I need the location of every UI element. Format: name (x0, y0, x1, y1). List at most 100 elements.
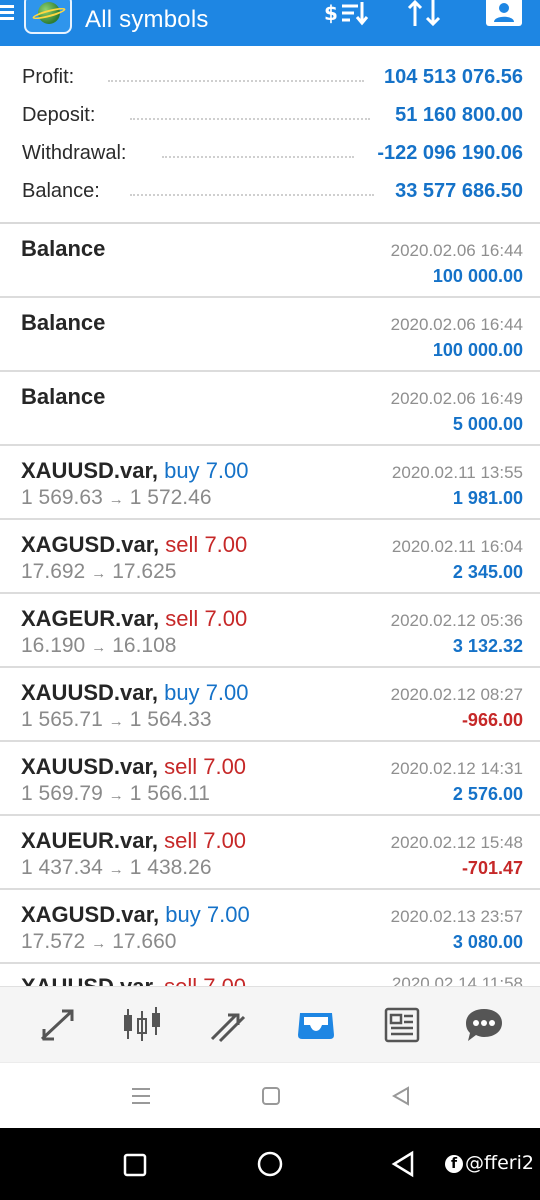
deal-side: sell (164, 828, 198, 853)
deal-time: 2020.02.12 14:31 (390, 759, 523, 778)
deal-side: sell (165, 532, 199, 557)
deal-symbol: XAUUSD.var, (21, 754, 158, 779)
watermark-text: @fferi2 (465, 1152, 534, 1174)
open-price: 1 437.34 (21, 856, 103, 879)
deal-symbol: Balance (21, 236, 106, 261)
deposit-label: Deposit: (22, 104, 96, 126)
deal-prices: 1 437.34 → 1 438.26 (21, 856, 212, 880)
deal-title: XAUUSD.var, buy 7.00 (21, 680, 249, 706)
deal-row[interactable]: XAGUSD.var, buy 7.00 17.572 → 17.660 2020.02… (0, 890, 540, 964)
close-price: 17.660 (112, 930, 177, 953)
deal-time: 2020.02.12 08:27 (390, 685, 523, 704)
deal-row[interactable]: XAUEUR.var, sell 7.00 1 437.34 → 1 438.26 20… (0, 816, 540, 890)
deal-row[interactable]: XAGUSD.var, sell 7.00 17.692 → 17.625 2020.0… (0, 520, 540, 594)
deal-profit: 100 000.00 (432, 266, 523, 286)
deal-row[interactable]: XAGEUR.var, sell 7.00 16.190 → 16.108 2020.0… (0, 594, 540, 668)
person-icon[interactable] (486, 0, 522, 26)
deal-row[interactable]: Balance 2020.02.06 16:49 5 000.00 (0, 372, 540, 446)
balance-label: Balance: (22, 180, 100, 202)
deal-title: XAGEUR.var, sell 7.00 (21, 606, 247, 632)
chat-icon[interactable] (462, 1005, 506, 1045)
close-price: 1 438.26 (129, 856, 212, 879)
up-down-arrows-icon[interactable] (405, 0, 445, 30)
deal-symbol: XAGUSD.var, (21, 532, 160, 557)
app-logo (24, 0, 72, 34)
deposit-row: Deposit: 51 160 800.00 (0, 96, 540, 134)
deal-time: 2020.02.12 15:48 (390, 833, 523, 852)
open-price: 1 565.71 (21, 708, 103, 731)
dot-leader (130, 194, 374, 196)
news-icon[interactable] (380, 1005, 424, 1045)
deal-time: 2020.02.13 23:57 (390, 907, 523, 926)
deal-symbol: Balance (21, 384, 106, 409)
close-price: 1 572.46 (129, 486, 212, 509)
arrow-right-icon: → (91, 639, 107, 656)
dot-leader (130, 118, 370, 120)
deal-row[interactable]: XAUUSD.var, sell 7.00 1 569.79 → 1 566.11 20… (0, 742, 540, 816)
deal-volume: 7.00 (205, 680, 249, 705)
deal-prices: 17.692 → 17.625 (21, 560, 176, 584)
deal-side: buy (164, 680, 200, 705)
deal-prices: 1 565.71 → 1 564.33 (21, 708, 212, 732)
deal-symbol: XAUUSD.var, (21, 974, 158, 986)
deal-row[interactable]: XAUUSD.var, buy 7.00 1 569.63 → 1 572.46 202… (0, 446, 540, 520)
deal-profit: 5 000.00 (452, 414, 523, 434)
system-navbar: f @fferi2 (0, 1128, 540, 1200)
deal-symbol: Balance (21, 310, 106, 335)
deal-prices: 16.190 → 16.108 (21, 634, 176, 658)
deal-side: sell (165, 606, 199, 631)
close-price: 17.625 (112, 560, 177, 583)
deal-side: sell (164, 754, 198, 779)
withdrawal-value: -122 096 190.06 (377, 142, 523, 164)
close-price: 1 566.11 (129, 782, 210, 805)
deal-volume: 7.00 (203, 828, 247, 853)
home-circle-icon[interactable] (256, 1150, 284, 1183)
back-icon[interactable] (390, 1150, 416, 1183)
arrow-right-icon: → (91, 935, 107, 952)
menu-icon[interactable] (0, 2, 16, 24)
deal-profit: -701.47 (461, 858, 523, 878)
deals-list[interactable]: Balance 2020.02.06 16:44 100 000.00 Balance… (0, 224, 540, 986)
back-triangle-icon[interactable] (390, 1085, 412, 1112)
deal-row[interactable]: Balance 2020.02.06 16:44 100 000.00 (0, 298, 540, 372)
deal-row[interactable]: XAUUSD.var, sell 7.00 2020.02.14 11:58 (0, 964, 540, 986)
history-icon[interactable] (294, 1005, 338, 1045)
watermark: f @fferi2 (445, 1152, 534, 1174)
arrow-right-icon: → (108, 491, 124, 508)
deal-row[interactable]: Balance 2020.02.06 16:44 100 000.00 (0, 224, 540, 298)
bottom-navigation (0, 986, 540, 1062)
home-square-icon[interactable] (260, 1085, 282, 1112)
deal-volume: 7.00 (203, 974, 246, 986)
open-price: 1 569.63 (21, 486, 103, 509)
deal-symbol: XAUEUR.var, (21, 828, 158, 853)
account-summary: Profit: 104 513 076.56 Deposit: 51 160 8… (0, 46, 540, 224)
deal-volume: 7.00 (204, 532, 248, 557)
profit-row: Profit: 104 513 076.56 (0, 58, 540, 96)
deal-profit: 3 132.32 (452, 636, 523, 656)
profit-value: 104 513 076.56 (383, 66, 523, 88)
deal-symbol: XAGEUR.var, (21, 606, 160, 631)
balance-value: 33 577 686.50 (395, 180, 523, 202)
trade-icon[interactable] (206, 1005, 250, 1045)
app-header: All symbols $ (0, 0, 540, 46)
deposit-value: 51 160 800.00 (395, 104, 523, 126)
chart-icon[interactable] (120, 1005, 164, 1045)
deal-volume: 7.00 (203, 754, 247, 779)
deal-title: XAUEUR.var, sell 7.00 (21, 828, 246, 854)
deal-side: sell (164, 974, 197, 986)
deal-title: Balance (21, 310, 105, 336)
deal-title: Balance (21, 236, 105, 262)
recents-menu-icon[interactable] (130, 1085, 152, 1112)
deal-side: buy (165, 902, 201, 927)
withdrawal-label: Withdrawal: (22, 142, 127, 164)
page-title[interactable]: All symbols (85, 6, 209, 34)
recents-square-icon[interactable] (122, 1152, 148, 1183)
deal-time: 2020.02.12 05:36 (390, 611, 523, 630)
deal-symbol: XAGUSD.var, (21, 902, 160, 927)
arrow-right-icon: → (108, 787, 124, 804)
quotes-icon[interactable] (36, 1005, 80, 1045)
sort-icon[interactable]: $ (322, 0, 372, 30)
withdrawal-row: Withdrawal: -122 096 190.06 (0, 134, 540, 172)
deal-row[interactable]: XAUUSD.var, buy 7.00 1 565.71 → 1 564.33 202… (0, 668, 540, 742)
deal-title: Balance (21, 384, 105, 410)
